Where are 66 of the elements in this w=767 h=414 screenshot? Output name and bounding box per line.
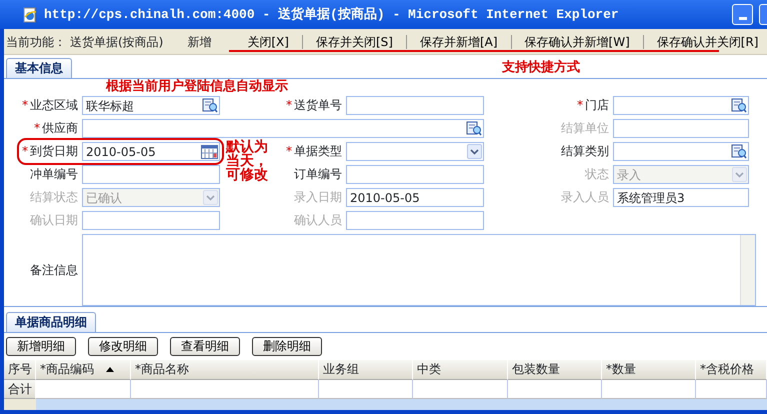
page-icon [22, 6, 38, 22]
annotation-note: 默认为当天，可修改 [226, 140, 269, 182]
input-field[interactable] [346, 96, 484, 115]
tab[interactable]: 基本信息 [6, 58, 72, 78]
detail-button[interactable]: 删除明细 [252, 337, 322, 356]
required-mark: * [286, 98, 292, 112]
remarks-field[interactable] [82, 234, 756, 306]
toolbar-button[interactable]: 保存确认并新增[W] [512, 34, 644, 48]
required-mark: * [34, 121, 40, 135]
field-label: 备注信息 [30, 262, 78, 276]
field-label: 确认日期 [30, 213, 78, 227]
window-title: http://cps.chinalh.com:4000 - 送货单据(按商品) - Microsoft Internet Explorer [44, 6, 620, 24]
mode-label: 新增 [187, 34, 212, 50]
lookup-icon[interactable] [731, 144, 747, 159]
field-label: 冲单编号 [30, 167, 78, 181]
field-label: 录入人员 [561, 190, 609, 204]
calendar-icon[interactable] [201, 144, 218, 158]
toolbar-button[interactable]: 保存确认并关闭[R] [644, 34, 767, 48]
field-label: 送货单号 [294, 98, 342, 112]
input-field[interactable] [613, 119, 749, 138]
lookup-field[interactable] [82, 119, 484, 138]
maximize-button[interactable] [759, 4, 767, 25]
field-label: 结算类别 [561, 144, 609, 158]
lookup-field[interactable]: 联华标超 [82, 96, 220, 115]
input-field[interactable] [346, 165, 484, 184]
lookup-icon[interactable] [731, 98, 747, 113]
input-field[interactable] [346, 211, 484, 230]
required-mark: * [22, 144, 28, 158]
required-mark: * [286, 144, 292, 158]
column-header[interactable]: 中类 [417, 362, 441, 376]
dropdown-field[interactable] [346, 142, 484, 161]
scrollbar [740, 235, 755, 305]
detail-button[interactable]: 修改明细 [88, 337, 158, 356]
date-field[interactable]: 2010-05-05 [82, 142, 220, 161]
lookup-icon[interactable] [466, 121, 482, 136]
detail-button[interactable]: 查看明细 [170, 337, 240, 356]
annotation-note: 支持快捷方式 [502, 61, 580, 75]
field-label: 录入日期 [294, 190, 342, 204]
field-label: 订单编号 [294, 167, 342, 181]
field-label: 门店 [585, 98, 609, 112]
field-label: 状态 [585, 167, 609, 181]
function-label: 当前功能： [6, 34, 66, 50]
annotation-note: 根据当前用户登陆信息自动显示 [106, 80, 288, 94]
field-label: 确认人员 [294, 213, 342, 227]
minimize-button[interactable] [732, 4, 753, 25]
toolbar-button[interactable]: 保存并新增[A] [406, 34, 512, 48]
minimize-icon [738, 17, 746, 20]
field-label: 供应商 [42, 121, 78, 135]
lookup-field[interactable] [613, 142, 749, 161]
input-field[interactable] [82, 211, 220, 230]
input-field[interactable] [82, 165, 220, 184]
field-label: 结算单位 [561, 121, 609, 135]
toolbar-button[interactable]: 保存并关闭[S] [302, 34, 407, 48]
field-label: 单据类型 [294, 144, 342, 158]
tab[interactable]: 单据商品明细 [6, 312, 96, 332]
lookup-field[interactable] [613, 96, 749, 115]
required-mark: * [577, 98, 583, 112]
footer-label: 合计 [8, 382, 32, 396]
lookup-icon[interactable] [202, 98, 218, 113]
field-label: 到货日期 [30, 144, 78, 158]
function-name: 送货单据(按商品) [70, 34, 164, 50]
field-label: 业态区域 [30, 98, 78, 112]
required-mark: * [22, 98, 28, 112]
detail-button[interactable]: 新增明细 [6, 337, 76, 356]
toolbar-button[interactable]: 关闭[X] [247, 34, 303, 48]
field-label: 结算状态 [30, 190, 78, 204]
